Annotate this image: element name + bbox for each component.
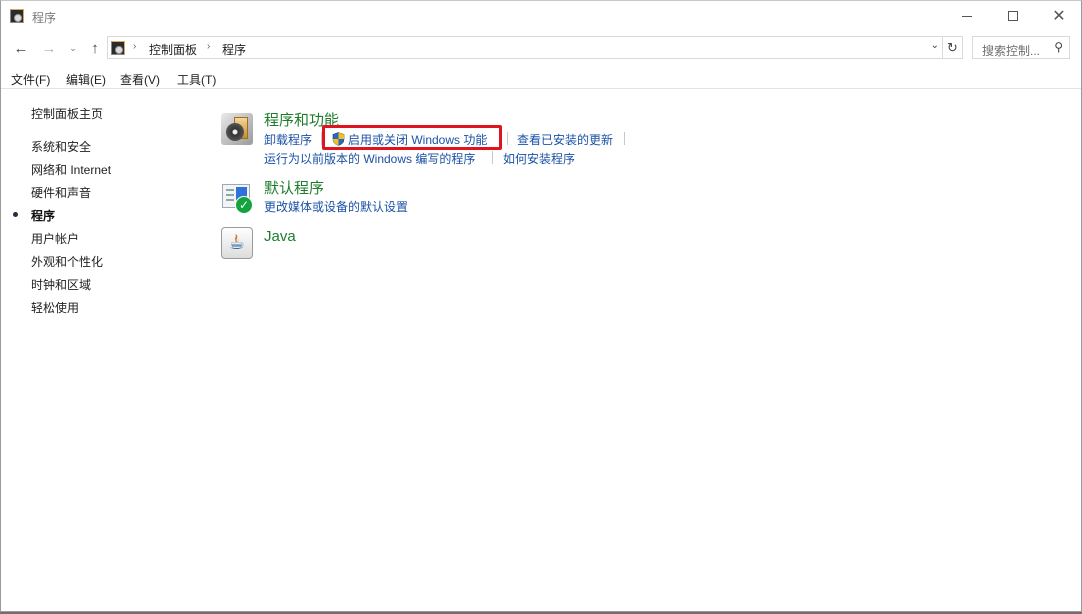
chevron-right-icon[interactable]: › [207,41,210,52]
control-panel-icon [10,9,24,23]
minimize-icon [962,15,972,17]
link-divider [624,132,625,145]
sidebar-item-programs[interactable]: 程序 [31,207,55,224]
uninstall-program-link[interactable]: 卸载程序 [264,131,312,148]
search-placeholder: 搜索控制... [982,44,1041,58]
maximize-icon [1008,11,1018,21]
active-bullet-icon [13,212,18,217]
address-dropdown-button[interactable]: ⌄ [931,40,939,51]
arrow-left-icon: ← [13,39,29,57]
close-icon: ✕ [1052,8,1066,25]
sidebar-item-network-internet[interactable]: 网络和 Internet [31,161,111,178]
sidebar-item-ease-of-access[interactable]: 轻松使用 [31,299,79,316]
refresh-button[interactable]: ↻ [942,36,963,59]
search-icon[interactable]: ⚲ [1054,40,1063,54]
arrow-right-icon: → [41,39,57,57]
control-panel-icon [111,41,125,55]
address-bar[interactable]: › 控制面板 › 程序 ⌄ [107,36,943,59]
sidebar-item-home[interactable]: 控制面板主页 [31,105,103,122]
java-steam-glyph: ≀ [234,231,239,245]
control-panel-window: 程序 ✕ ← → ⌄ ↑ › 控制面板 › 程序 ⌄ ↻ 搜索控制... ⚲ 文… [0,0,1082,612]
category-title-default-programs[interactable]: 默认程序 [264,177,324,198]
sidebar-item-clock-region[interactable]: 时钟和区域 [31,276,91,293]
menu-view[interactable]: 查看(V) [120,71,160,88]
title-bar: 程序 ✕ [1,1,1081,32]
sidebar-item-user-accounts[interactable]: 用户帐户 [31,230,79,247]
recent-locations-button[interactable]: ⌄ [67,37,79,59]
category-title-java[interactable]: Java [264,228,296,245]
disc-icon [226,123,244,141]
breadcrumb-programs[interactable]: 程序 [222,41,246,58]
checkmark-icon: ✓ [235,196,253,214]
up-button[interactable]: ↑ [86,37,104,59]
breadcrumb-control-panel[interactable]: 控制面板 [149,41,197,58]
java-icon[interactable]: ≀ ☕ [221,227,253,259]
menu-bar: 文件(F) 编辑(E) 查看(V) 工具(T) [1,67,1081,89]
refresh-icon: ↻ [947,39,958,55]
lines-glyph [226,189,234,203]
default-programs-icon[interactable]: ✓ [221,182,253,214]
run-older-programs-link[interactable]: 运行为以前版本的 Windows 编写的程序 [264,150,475,167]
back-button[interactable]: ← [11,37,31,59]
view-installed-updates-link[interactable]: 查看已安装的更新 [517,131,613,148]
arrow-up-icon: ↑ [91,39,99,57]
close-button[interactable]: ✕ [1036,1,1082,31]
highlight-annotation [322,125,502,150]
menu-edit[interactable]: 编辑(E) [66,71,106,88]
chevron-right-icon[interactable]: › [133,41,136,52]
forward-button[interactable]: → [39,37,59,59]
link-divider [507,132,508,145]
maximize-button[interactable] [990,1,1036,31]
window-title: 程序 [32,11,57,25]
link-divider [492,151,493,164]
programs-features-icon[interactable] [221,113,253,145]
menu-file[interactable]: 文件(F) [11,71,50,88]
minimize-button[interactable] [944,1,990,31]
navigation-bar: ← → ⌄ ↑ › 控制面板 › 程序 ⌄ ↻ 搜索控制... ⚲ [1,35,1081,61]
menu-tools[interactable]: 工具(T) [177,71,216,88]
sidebar-item-system-security[interactable]: 系统和安全 [31,138,91,155]
chevron-down-icon: ⌄ [69,42,77,53]
sidebar-item-hardware-sound[interactable]: 硬件和声音 [31,184,91,201]
sidebar-item-appearance[interactable]: 外观和个性化 [31,253,103,270]
change-media-defaults-link[interactable]: 更改媒体或设备的默认设置 [264,198,408,215]
how-to-install-link[interactable]: 如何安装程序 [503,150,575,167]
search-input[interactable]: 搜索控制... ⚲ [972,36,1070,59]
